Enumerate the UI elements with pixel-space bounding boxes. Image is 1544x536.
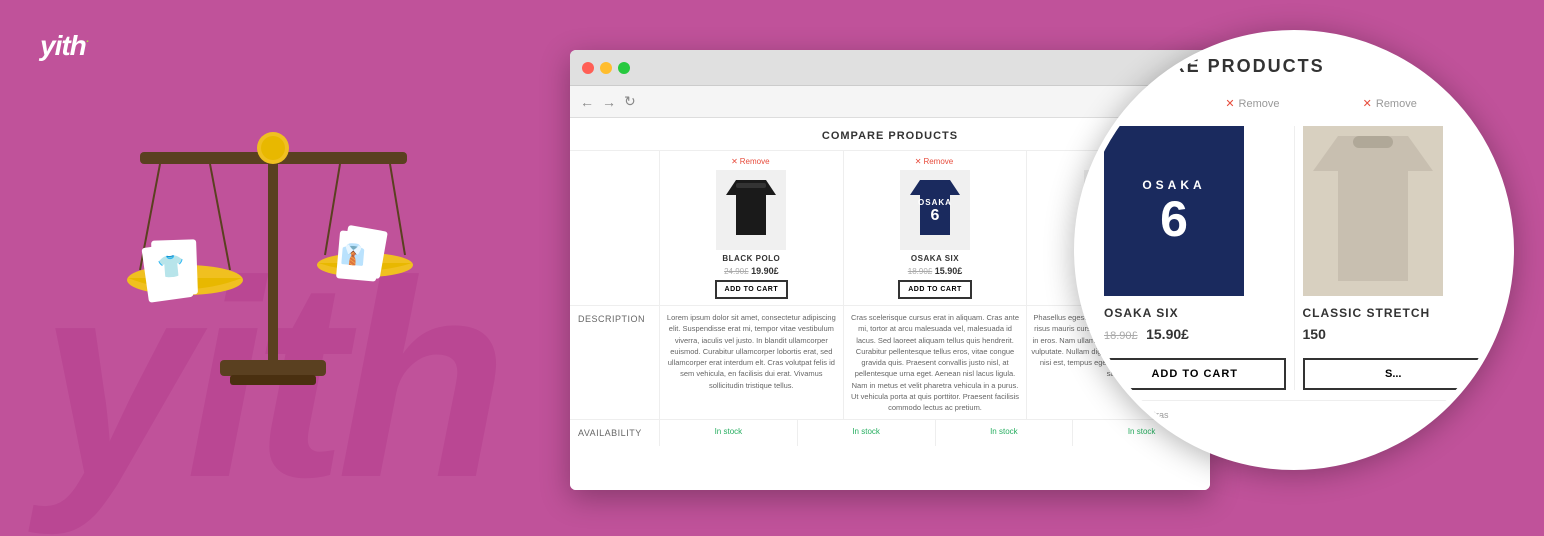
osaka-number: 6 [1160,194,1188,244]
svg-text:👕: 👕 [156,253,185,280]
remove-x-icon-2: ✕ [1363,97,1372,110]
magnify-remove-label-2: Remove [1376,98,1417,110]
new-price-1: 19.90£ [751,266,779,276]
avail-3: In stock [936,420,1074,446]
desc-2: Cras scelerisque cursus erat in aliquam.… [844,306,1028,419]
magnify-new-price-osaka: 15.90£ [1146,326,1189,342]
magnify-content: COMPARE PRODUCTS ✕ ✕ Remove ✕ Remove [1080,36,1508,423]
magnify-desc-partial: ...in aliquam. Cras [1096,400,1492,423]
browser-maximize-btn[interactable] [618,62,630,74]
desc-text-2: Cras scelerisque cursus erat in aliquam.… [848,312,1023,413]
product-name-1: BLACK POLO [664,254,839,263]
product-img-1 [716,170,786,250]
scale-svg: 👕 👔 [80,60,460,440]
logo-dot: · [86,37,88,48]
refresh-button[interactable]: ↻ [624,93,636,110]
magnify-remove-label-1: Remove [1239,98,1280,110]
magnify-product-classic: CLASSIC STRETCH 150 S... [1295,126,1493,390]
magnify-old-price-osaka: 18.90£ [1104,330,1138,342]
classic-large-img [1303,126,1443,296]
osaka-brand: OSAKA [1142,178,1205,192]
product-name-2: OSAKA SIX [848,254,1023,263]
svg-text:OSAKA: OSAKA [918,198,952,207]
in-stock-4: In stock [1128,427,1156,436]
add-to-cart-btn-1[interactable]: ADD TO CART [715,280,789,299]
old-price-1: 24.90£ [724,267,748,276]
in-stock-3: In stock [990,427,1018,436]
avail-1: In stock [660,420,798,446]
in-stock-1: In stock [715,427,743,436]
magnify-products: OSAKA 6 OSAKA SIX 18.90£ 15.90£ ADD TO C… [1096,126,1492,390]
magnify-img-osaka: OSAKA 6 [1104,126,1244,296]
desc-text-1: Lorem ipsum dolor sit amet, consectetur … [664,312,839,391]
availability-label: AVAILABILITY [570,420,660,446]
magnify-set-options-classic[interactable]: S... [1303,358,1485,390]
product-col-2: ✕Remove 6 OSAKA OSAKA SIX 18.90£ 15.90£ … [844,151,1028,305]
in-stock-2: In stock [852,427,880,436]
browser-minimize-btn[interactable] [600,62,612,74]
magnify-remove-1[interactable]: ✕ Remove [1225,97,1346,110]
magnify-remove-2[interactable]: ✕ Remove [1363,97,1417,110]
magnify-img-classic [1303,126,1443,296]
add-to-cart-btn-2[interactable]: ADD TO CART [898,280,972,299]
remove-btn-2[interactable]: ✕Remove [848,157,1023,166]
remove-x-icon-1: ✕ [1225,97,1234,110]
browser-close-btn[interactable] [582,62,594,74]
magnify-add-to-cart-osaka[interactable]: ADD TO CART [1104,358,1286,390]
browser-toolbar: ← → ↻ [570,86,1210,118]
availability-row: AVAILABILITY In stock In stock In stock … [570,420,1210,446]
forward-button[interactable]: → [602,94,616,110]
product-img-2: 6 OSAKA [900,170,970,250]
browser-titlebar [570,50,1210,86]
magnify-close-btn[interactable]: ✕ [1441,56,1453,73]
magnify-circle: COMPARE PRODUCTS ✕ ✕ Remove ✕ Remove [1074,30,1514,470]
magnify-product-osaka: OSAKA 6 OSAKA SIX 18.90£ 15.90£ ADD TO C… [1096,126,1295,390]
magnify-inner: COMPARE PRODUCTS ✕ ✕ Remove ✕ Remove [1080,36,1508,464]
svg-text:6: 6 [931,207,940,224]
product-col-1: ✕Remove BLACK POLO 24.90£ 19.90£ ADD TO … [660,151,844,305]
svg-text:👔: 👔 [340,241,367,267]
scale-illustration: 👕 👔 [80,60,500,460]
description-label: DESCRIPTION [570,306,660,419]
desc-1: Lorem ipsum dolor sit amet, consectetur … [660,306,844,419]
old-price-2: 18.90£ [908,267,932,276]
back-button[interactable]: ← [580,94,594,110]
magnify-name-osaka: OSAKA SIX [1104,306,1286,320]
avail-2: In stock [798,420,936,446]
yith-logo: yith· [40,30,88,62]
osaka-large-img: OSAKA 6 [1104,126,1244,296]
magnify-new-price-classic: 150 [1303,326,1326,342]
new-price-2: 15.90£ [935,266,963,276]
logo-text: yith [40,30,86,61]
label-col-empty [570,151,660,305]
magnify-name-classic: CLASSIC STRETCH [1303,306,1485,320]
remove-btn-1[interactable]: ✕Remove [664,157,839,166]
